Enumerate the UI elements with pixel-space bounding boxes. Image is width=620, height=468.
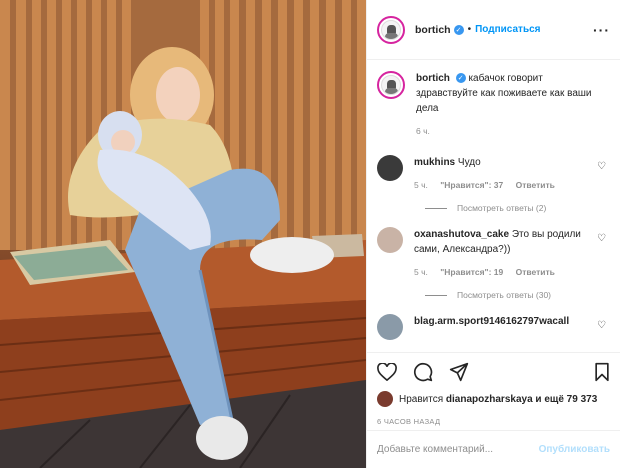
follow-button[interactable]: Подписаться	[475, 24, 540, 35]
likes-count[interactable]: и ещё 79 373	[535, 394, 597, 405]
like-heart-icon[interactable]	[377, 363, 397, 381]
more-dots-icon[interactable]: ···	[593, 22, 610, 38]
comment-like-heart-icon[interactable]: ♡	[597, 233, 606, 244]
add-comment-bar: Опубликовать	[367, 430, 620, 468]
liker-avatar[interactable]	[377, 391, 393, 407]
comment-body: mukhins Чудо 5 ч. "Нравится": 37 Ответит…	[414, 155, 610, 193]
comment-item: blag.arm.sport9146162797wacall ♡	[377, 314, 610, 340]
comment-body: oxanashutova_cake Это вы родили сами, Ал…	[414, 227, 610, 280]
view-replies-label: Посмотреть ответы (30)	[457, 290, 551, 300]
caption-username[interactable]: bortich	[416, 73, 450, 84]
verified-badge-icon: ✓	[453, 24, 464, 35]
view-replies-button[interactable]: Посмотреть ответы (30)	[425, 290, 610, 300]
post-timestamp: 6 ЧАСОВ НАЗАД	[377, 417, 441, 426]
likes-prefix: Нравится	[399, 393, 444, 405]
separator-dot: •	[467, 24, 472, 35]
commenter-avatar[interactable]	[377, 155, 403, 181]
photo-illustration	[0, 0, 366, 468]
caption: bortich ✓ кабачок говорит здравствуйте к…	[377, 71, 610, 139]
comment-like-heart-icon[interactable]: ♡	[597, 161, 606, 172]
caption-meta: 6 ч.	[416, 124, 592, 139]
author-avatar[interactable]	[377, 15, 405, 44]
comment-likes[interactable]: "Нравится": 37	[440, 180, 503, 190]
comment-time[interactable]: 5 ч.	[414, 267, 428, 277]
reply-button[interactable]: Ответить	[516, 267, 555, 277]
likes-user[interactable]: dianapozharskaya	[446, 394, 533, 405]
comment-time[interactable]: 5 ч.	[414, 180, 428, 190]
comments-list[interactable]: bortich ✓ кабачок говорит здравствуйте к…	[367, 61, 620, 351]
verified-badge-icon: ✓	[455, 73, 466, 84]
post-photo[interactable]	[0, 0, 366, 468]
caption-body: bortich ✓ кабачок говорит здравствуйте к…	[416, 71, 610, 139]
view-replies-button[interactable]: Посмотреть ответы (2)	[425, 203, 610, 213]
comment-meta: 5 ч. "Нравится": 37 Ответить	[414, 178, 592, 193]
post-header: bortich ✓ • Подписаться ···	[367, 0, 620, 60]
comment-like-heart-icon[interactable]: ♡	[597, 320, 606, 331]
comment-text: Чудо	[457, 157, 481, 168]
post-sidebar: bortich ✓ • Подписаться ··· bortich ✓ ка…	[366, 0, 620, 468]
publish-button[interactable]: Опубликовать	[539, 444, 610, 455]
commenter-avatar[interactable]	[377, 227, 403, 253]
comment-username[interactable]: blag.arm.sport9146162797wacall	[414, 316, 569, 327]
caption-avatar[interactable]	[377, 71, 405, 99]
comment-meta: 5 ч. "Нравится": 19 Ответить	[414, 265, 592, 280]
share-paper-plane-icon[interactable]	[449, 362, 469, 382]
comment-body: blag.arm.sport9146162797wacall	[414, 314, 610, 340]
comment-likes[interactable]: "Нравится": 19	[440, 267, 503, 277]
view-replies-label: Посмотреть ответы (2)	[457, 203, 547, 213]
comment-bubble-icon[interactable]	[413, 362, 433, 382]
comment-input[interactable]	[377, 444, 539, 455]
bookmark-icon[interactable]	[594, 362, 610, 382]
replies-line	[425, 294, 447, 296]
reply-button[interactable]: Ответить	[516, 180, 555, 190]
post-actions: Нравится dianapozharskaya и ещё 79 373 6…	[367, 352, 620, 426]
comment-item: oxanashutova_cake Это вы родили сами, Ал…	[377, 227, 610, 280]
action-icons	[377, 361, 610, 383]
likes-summary: Нравится dianapozharskaya и ещё 79 373	[377, 391, 610, 407]
replies-line	[425, 207, 447, 209]
caption-time[interactable]: 6 ч.	[416, 126, 430, 136]
author-username[interactable]: bortich	[415, 24, 451, 36]
comment-username[interactable]: mukhins	[414, 157, 455, 168]
comment-item: mukhins Чудо 5 ч. "Нравится": 37 Ответит…	[377, 155, 610, 193]
commenter-avatar[interactable]	[377, 314, 403, 340]
instagram-post: bortich ✓ • Подписаться ··· bortich ✓ ка…	[0, 0, 620, 468]
comment-username[interactable]: oxanashutova_cake	[414, 229, 509, 240]
